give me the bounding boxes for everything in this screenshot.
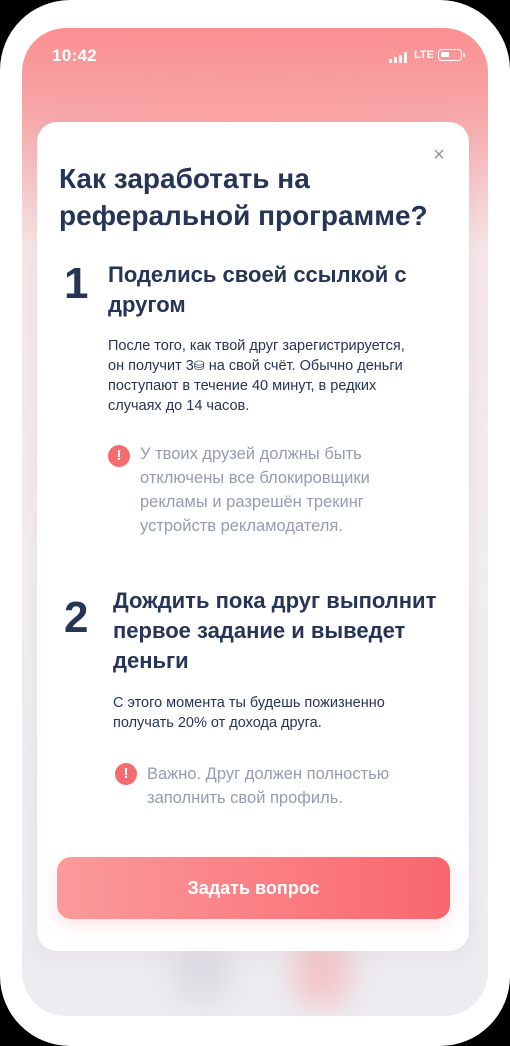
modal-title: Как заработать на реферальной программе? — [59, 163, 428, 231]
step-description-line: случаях до 14 часов. — [108, 398, 250, 414]
step-description-text: на свой счёт. Обычно деньги — [208, 358, 403, 374]
step-number: 2 — [64, 593, 89, 642]
referral-info-modal: × Как заработать на реферальной программ… — [37, 122, 469, 951]
signal-icon — [389, 52, 411, 63]
coin-icon: ⛁ — [193, 358, 205, 373]
step-description-text: он получит 3 — [108, 358, 194, 374]
battery-icon — [438, 49, 465, 61]
ask-question-button[interactable]: Задать вопрос — [57, 857, 450, 919]
warning-text: У твоих друзей должны быть отключены все… — [140, 445, 370, 535]
step-title: Поделись своей ссылкой с другом — [108, 262, 407, 317]
network-label: LTE — [414, 49, 434, 61]
warning-icon: ! — [108, 445, 130, 467]
status-bar: 10:42 LTE — [22, 28, 488, 84]
phone-frame: 10:42 LTE × Как заработать на реферально… — [0, 0, 510, 1046]
background-blur — [172, 943, 232, 1003]
warning-text: Важно. Друг должен полностью заполнить с… — [147, 765, 390, 807]
step-description: После того, как твой друг зарегистрирует… — [108, 336, 453, 416]
step-title: Дождить пока друг выполнит первое задани… — [113, 588, 437, 673]
step-description-line: он получит 3⛁ на свой счёт. Обычно деньг… — [108, 356, 453, 376]
warning-icon: ! — [115, 763, 137, 785]
status-time: 10:42 — [52, 46, 97, 65]
step-description-line: После того, как твой друг зарегистрирует… — [108, 338, 405, 354]
step-description: С этого момента ты будешь пожизненно пол… — [113, 695, 385, 731]
step-description-line: поступают в течение 40 минут, в редких — [108, 378, 377, 394]
app-screen: 10:42 LTE × Как заработать на реферально… — [22, 28, 488, 1016]
step-number: 1 — [64, 259, 89, 308]
